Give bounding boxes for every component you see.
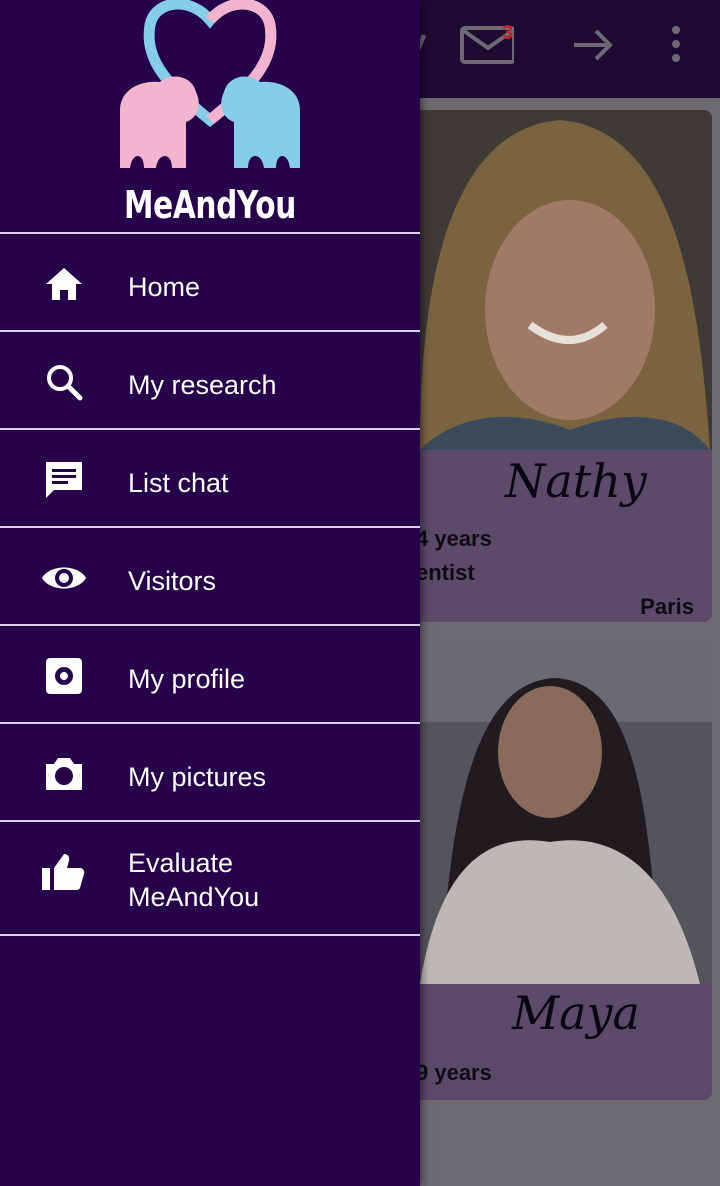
app-brand-title: MeAndYou: [124, 183, 296, 227]
menu-item-my-pictures[interactable]: My pictures: [0, 722, 420, 820]
menu-item-label: Visitors: [128, 566, 217, 596]
menu-item-label: My pictures: [128, 762, 267, 792]
menu-item-label: My profile: [128, 664, 246, 694]
menu-item-label: Home: [128, 272, 201, 302]
eye-icon: [42, 567, 86, 589]
home-icon: [46, 268, 82, 300]
drawer-menu: Home My research List chat Visitors My p…: [0, 232, 420, 936]
app-logo: [120, 0, 300, 168]
menu-item-evaluate[interactable]: Evaluate MeAndYou: [0, 820, 420, 936]
navigation-drawer: MeAndYou Home My research List chat Visi…: [0, 0, 420, 1186]
menu-item-label: List chat: [128, 468, 229, 498]
chat-icon: [46, 462, 82, 498]
search-icon: [47, 365, 83, 401]
camera-icon: [46, 758, 82, 790]
thumb-up-icon: [42, 854, 85, 890]
menu-item-label: My research: [128, 370, 277, 400]
menu-item-label: Evaluate MeAndYou: [128, 848, 260, 912]
menu-item-my-research[interactable]: My research: [0, 330, 420, 428]
menu-item-list-chat[interactable]: List chat: [0, 428, 420, 526]
menu-item-home[interactable]: Home: [0, 232, 420, 330]
menu-item-my-profile[interactable]: My profile: [0, 624, 420, 722]
settings-icon: [46, 658, 82, 694]
menu-item-visitors[interactable]: Visitors: [0, 526, 420, 624]
